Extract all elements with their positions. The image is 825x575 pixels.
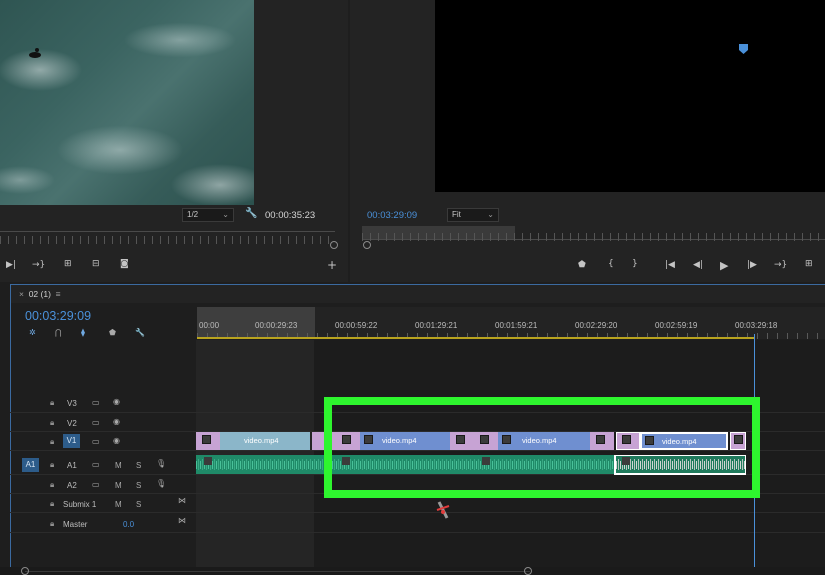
- sync-lock-icon[interactable]: ▭: [92, 480, 100, 489]
- lock-icon[interactable]: 🔒︎: [50, 398, 54, 408]
- zoom-select[interactable]: Fit ⌄: [447, 208, 499, 222]
- insert-icon[interactable]: ⊞: [64, 259, 72, 269]
- fx-badge: [204, 457, 212, 465]
- scroll-track: [25, 571, 530, 572]
- work-area-bar[interactable]: [197, 337, 755, 339]
- ruler-label: 00:00:29:23: [255, 321, 298, 330]
- go-to-out-icon[interactable]: →}: [32, 260, 45, 270]
- microphone-icon[interactable]: 🎙︎: [156, 479, 166, 488]
- wrench-icon[interactable]: 🔧: [245, 208, 257, 219]
- ruler-label: 00:01:59:21: [495, 321, 538, 330]
- scroll-end-handle[interactable]: [524, 567, 532, 575]
- sequence-tab[interactable]: × 02 (1) ≡: [19, 289, 61, 299]
- solo-button[interactable]: S: [136, 500, 141, 509]
- track-name-master: Master: [63, 520, 88, 529]
- scroll-start-handle[interactable]: [21, 567, 29, 575]
- snap-icon[interactable]: ✲: [29, 328, 36, 337]
- time-ruler[interactable]: 00:00 00:00:29:23 00:00:59:22 00:01:29:2…: [197, 307, 825, 339]
- mark-out-icon[interactable]: }: [632, 259, 638, 269]
- source-patch-a1[interactable]: A1: [22, 458, 39, 472]
- go-to-in-icon[interactable]: |◀: [665, 260, 675, 270]
- solo-button[interactable]: S: [136, 481, 141, 490]
- ruler-label: 00:01:29:21: [415, 321, 458, 330]
- resolution-select[interactable]: 1/2 ⌄: [182, 208, 234, 222]
- mute-button[interactable]: M: [115, 461, 122, 470]
- program-zoom-handle[interactable]: [363, 241, 371, 249]
- sync-lock-icon[interactable]: ▭: [92, 460, 100, 469]
- step-forward-icon[interactable]: ▶︎|: [6, 260, 16, 270]
- lock-icon[interactable]: 🔒︎: [50, 460, 54, 470]
- source-zoom-handle[interactable]: [330, 241, 338, 249]
- eye-icon[interactable]: ◉: [113, 397, 120, 406]
- clip-label: video.mp4: [244, 436, 279, 445]
- overwrite-icon[interactable]: ⊟: [92, 259, 100, 269]
- mute-button[interactable]: M: [115, 481, 122, 490]
- track-name-v3: V3: [67, 399, 77, 408]
- sync-lock-icon[interactable]: ▭: [92, 418, 100, 427]
- expand-track-icon[interactable]: ⋈: [178, 496, 186, 505]
- program-timecode[interactable]: 00:03:29:09: [367, 210, 417, 221]
- play-icon[interactable]: ▶: [720, 259, 728, 272]
- solo-button[interactable]: S: [136, 461, 141, 470]
- track-name-v2: V2: [67, 419, 77, 428]
- track-name-a2: A2: [67, 481, 77, 490]
- expand-track-icon[interactable]: ⋈: [178, 516, 186, 525]
- master-volume-value[interactable]: 0.0: [123, 520, 134, 529]
- lock-icon[interactable]: 🔒︎: [50, 437, 54, 447]
- program-video-frame: [435, 0, 825, 192]
- surfer-figure: [29, 48, 41, 58]
- sync-lock-icon[interactable]: ▭: [92, 437, 100, 446]
- ruler-label: 00:03:29:18: [735, 321, 778, 330]
- transition-clip[interactable]: [196, 432, 220, 450]
- add-marker-icon[interactable]: ⬟: [109, 328, 116, 337]
- ruler-label: 00:00:59:22: [335, 321, 378, 330]
- lock-icon[interactable]: 🔒︎: [50, 480, 54, 490]
- add-button-icon[interactable]: +: [327, 258, 337, 272]
- insert-program-icon[interactable]: ⊞: [805, 259, 813, 269]
- step-back-icon[interactable]: ◀|: [693, 260, 703, 270]
- timeline-settings-icon[interactable]: 🔧: [135, 328, 145, 337]
- ruler-label: 00:02:59:19: [655, 321, 698, 330]
- mute-button[interactable]: M: [115, 500, 122, 509]
- razor-cursor-icon: [436, 501, 450, 519]
- source-timecode: 00:00:35:23: [265, 210, 316, 221]
- fx-badge: [202, 435, 211, 444]
- microphone-icon[interactable]: 🎙︎: [156, 459, 166, 468]
- highlight-box: [324, 397, 760, 498]
- sync-lock-icon[interactable]: ▭: [92, 398, 100, 407]
- ruler-label: 00:00: [199, 321, 220, 330]
- nest-icon[interactable]: ⧫: [81, 328, 85, 337]
- timeline-scrollbar[interactable]: [0, 567, 825, 575]
- ruler-label: 00:02:29:20: [575, 321, 618, 330]
- eye-icon[interactable]: ◉: [113, 417, 120, 426]
- source-ticks: [0, 236, 330, 244]
- timeline-timecode[interactable]: 00:03:29:09: [25, 309, 91, 323]
- lock-icon[interactable]: 🔒︎: [50, 519, 54, 529]
- marker-icon[interactable]: ⬟: [578, 260, 586, 270]
- linked-selection-icon[interactable]: ⋂: [55, 328, 62, 337]
- track-name-a1: A1: [67, 461, 77, 470]
- eye-icon[interactable]: ◉: [113, 436, 120, 445]
- step-forward-program-icon[interactable]: |▶: [747, 260, 757, 270]
- source-ruler: [0, 231, 335, 232]
- mark-in-icon[interactable]: {: [608, 259, 614, 269]
- lock-icon[interactable]: 🔒︎: [50, 418, 54, 428]
- camera-icon[interactable]: ◙: [120, 259, 129, 269]
- program-ticks: [362, 233, 825, 241]
- video-clip[interactable]: video.mp4: [220, 432, 310, 450]
- lock-icon[interactable]: 🔒︎: [50, 499, 54, 509]
- go-to-out-program-icon[interactable]: →}: [774, 260, 787, 270]
- source-monitor: 1/2 ⌄ 🔧 00:00:35:23 ▶︎| →} ⊞ ⊟ ◙ +: [0, 0, 348, 282]
- timeline-header: × 02 (1) ≡: [11, 285, 825, 303]
- track-target-v1[interactable]: V1: [63, 434, 80, 448]
- audio-waveform: [196, 455, 336, 474]
- source-video-frame: [0, 0, 254, 205]
- track-name-submix: Submix 1: [63, 500, 97, 509]
